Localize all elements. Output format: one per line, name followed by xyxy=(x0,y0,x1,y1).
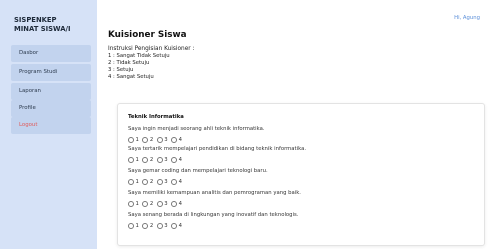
answer-option[interactable]: 4 xyxy=(171,157,182,163)
answer-option[interactable]: 2 xyxy=(142,201,153,207)
radio-button[interactable] xyxy=(128,137,134,143)
page-title: Kuisioner Siswa xyxy=(108,30,187,40)
nav-item-logout[interactable]: Logout xyxy=(11,117,91,134)
option-label: 3 xyxy=(164,179,168,185)
option-label: 2 xyxy=(149,179,154,185)
scale-item: 1 : Sangat Tidak Setuju xyxy=(108,53,170,60)
radio-button[interactable] xyxy=(128,223,134,229)
option-label: 1 xyxy=(135,157,139,163)
question-text: Saya tertarik mempelajari pendidikan di … xyxy=(128,146,307,152)
option-label: 1 xyxy=(135,201,139,207)
answer-option[interactable]: 3 xyxy=(156,223,168,229)
sidebar: SISPENKEP MINAT SISWA/I Dasbor Program S… xyxy=(0,0,97,249)
radio-button[interactable] xyxy=(128,201,134,207)
radio-button[interactable] xyxy=(128,157,134,163)
answer-option[interactable]: 3 xyxy=(156,137,168,143)
radio-button[interactable] xyxy=(156,157,163,163)
instructions: Instruksi Pengisian Kuisioner : 1 : Sang… xyxy=(108,46,194,80)
radio-button[interactable] xyxy=(156,201,163,207)
radio-button[interactable] xyxy=(156,137,163,143)
answer-option[interactable]: 4 xyxy=(171,201,182,207)
option-label: 3 xyxy=(164,157,168,163)
option-label: 3 xyxy=(164,137,168,143)
answer-option[interactable]: 4 xyxy=(171,223,182,229)
user-greeting[interactable]: Hi, Agung xyxy=(454,15,480,21)
scale-item: 2 : Tidak Setuju xyxy=(108,60,150,67)
instructions-title: Instruksi Pengisian Kuisioner : xyxy=(108,46,195,52)
radio-button[interactable] xyxy=(171,179,178,185)
option-label: 2 xyxy=(149,201,154,207)
answer-option[interactable]: 4 xyxy=(171,179,182,185)
option-label: 2 xyxy=(149,137,154,143)
option-label: 4 xyxy=(178,201,182,207)
answer-options: 1 2 3 4 xyxy=(128,200,186,208)
answer-option[interactable]: 2 xyxy=(142,223,153,229)
answer-options: 1 2 3 4 xyxy=(128,156,186,164)
radio-button[interactable] xyxy=(171,201,178,207)
option-label: 3 xyxy=(164,201,168,207)
questionnaire-card: Teknik Informatika Saya ingin menjadi se… xyxy=(117,103,485,246)
question-text: Saya ingin menjadi seorang ahli teknik i… xyxy=(128,126,265,132)
nav-item-program-studi[interactable]: Program Studi xyxy=(11,64,91,81)
scale-item: 4 : Sangat Setuju xyxy=(108,73,154,80)
option-label: 1 xyxy=(135,179,139,185)
answer-option[interactable]: 4 xyxy=(171,137,182,143)
nav-item-dasbor[interactable]: Dasbor xyxy=(11,45,91,62)
radio-button[interactable] xyxy=(142,223,149,229)
radio-button[interactable] xyxy=(128,179,134,185)
question-text: Saya senang berada di lingkungan yang in… xyxy=(128,212,299,218)
answer-option[interactable]: 2 xyxy=(142,157,153,163)
answer-option[interactable]: 1 xyxy=(128,137,139,143)
radio-button[interactable] xyxy=(171,223,178,229)
answer-options: 1 2 3 4 xyxy=(128,222,186,230)
radio-button[interactable] xyxy=(142,157,149,163)
answer-option[interactable]: 1 xyxy=(128,157,139,163)
option-label: 4 xyxy=(178,179,182,185)
answer-option[interactable]: 3 xyxy=(156,179,168,185)
scale-item: 3 : Setuju xyxy=(108,66,134,73)
question-text: Saya memiliki kemampuan analitis dan pem… xyxy=(128,190,301,196)
radio-button[interactable] xyxy=(171,157,178,163)
radio-button[interactable] xyxy=(142,201,149,207)
answer-option[interactable]: 1 xyxy=(128,179,139,185)
answer-option[interactable]: 1 xyxy=(128,223,139,229)
option-label: 4 xyxy=(178,157,182,163)
answer-option[interactable]: 2 xyxy=(142,179,153,185)
brand-title: SISPENKEP MINAT SISWA/I xyxy=(14,16,71,34)
option-label: 2 xyxy=(149,157,154,163)
option-label: 2 xyxy=(149,223,154,229)
radio-button[interactable] xyxy=(156,179,163,185)
nav-item-laporan[interactable]: Laporan xyxy=(11,83,91,100)
question-text: Saya gemar coding dan mempelajari teknol… xyxy=(128,168,268,174)
answer-options: 1 2 3 4 xyxy=(128,136,186,144)
option-label: 1 xyxy=(135,223,139,229)
option-label: 4 xyxy=(178,223,182,229)
answer-option[interactable]: 3 xyxy=(156,201,168,207)
radio-button[interactable] xyxy=(156,223,163,229)
option-label: 4 xyxy=(178,137,182,143)
section-title: Teknik Informatika xyxy=(128,114,184,120)
brand-line-2: MINAT SISWA/I xyxy=(14,25,71,33)
answer-option[interactable]: 3 xyxy=(156,157,168,163)
option-label: 1 xyxy=(135,137,139,143)
answer-option[interactable]: 2 xyxy=(142,137,153,143)
radio-button[interactable] xyxy=(142,137,149,143)
radio-button[interactable] xyxy=(171,137,178,143)
brand-line-1: SISPENKEP xyxy=(14,16,57,24)
answer-option[interactable]: 1 xyxy=(128,201,139,207)
answer-options: 1 2 3 4 xyxy=(128,178,186,186)
option-label: 3 xyxy=(164,223,168,229)
nav-item-profile[interactable]: Profile xyxy=(11,100,91,117)
radio-button[interactable] xyxy=(142,179,149,185)
